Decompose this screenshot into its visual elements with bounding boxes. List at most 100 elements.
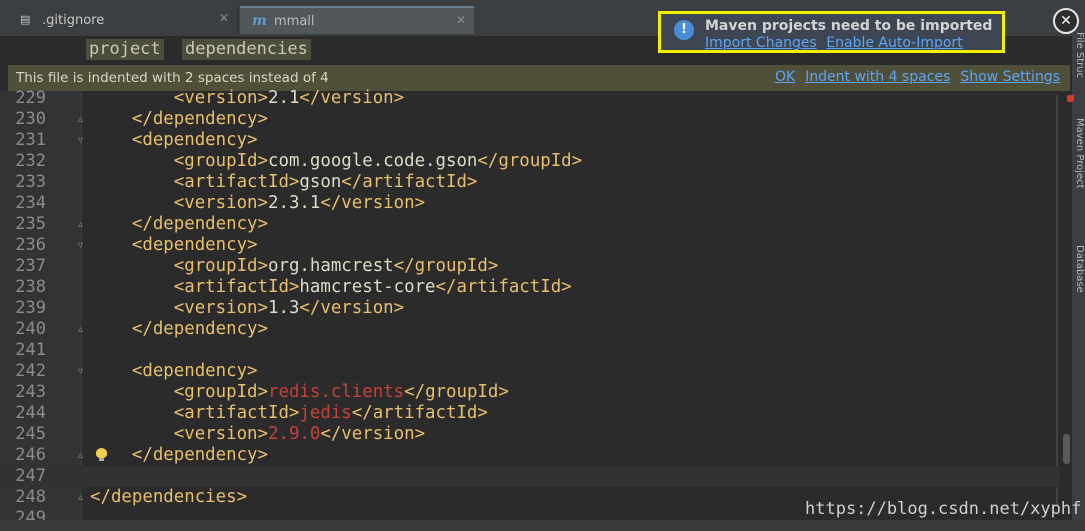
code-text: </dependency> <box>90 214 268 235</box>
line-number: 244 <box>15 403 46 423</box>
code-text: <dependency> <box>90 235 258 256</box>
line-number: 233 <box>15 172 46 192</box>
line-number: 246 <box>15 445 46 465</box>
line-number: 236 <box>15 235 46 255</box>
code-line[interactable]: 239 <version>1.3</version> <box>0 298 1060 319</box>
code-line[interactable]: 236 ▿ <dependency> <box>0 235 1060 256</box>
balloon-title: Maven projects need to be imported <box>705 18 993 34</box>
code-line[interactable]: 233 <artifactId>gson</artifactId> <box>0 172 1060 193</box>
code-line[interactable]: 242 ▿ <dependency> <box>0 361 1060 382</box>
notice-show-settings-link[interactable]: Show Settings <box>960 69 1060 85</box>
fold-marker-icon[interactable]: ▿ <box>78 130 87 151</box>
fold-marker-icon[interactable]: ▵ <box>78 214 87 235</box>
xml-tag: </dependency> <box>90 109 268 129</box>
code-line[interactable]: 234 <version>2.3.1</version> <box>0 193 1060 214</box>
line-number: 241 <box>15 340 46 360</box>
xml-tag: </groupId> <box>393 256 499 276</box>
editor-scrollbar[interactable] <box>1063 434 1070 464</box>
tool-maven-projects[interactable]: Maven Project <box>1073 118 1085 189</box>
xml-tag: </groupId> <box>404 382 509 402</box>
code-line[interactable]: 245 <version>2.9.0</version> <box>0 424 1060 445</box>
xml-value: com.google.code.gson <box>268 151 478 171</box>
code-line[interactable]: 235 ▵ </dependency> <box>0 214 1060 235</box>
text-file-icon: ▤ <box>20 13 31 26</box>
code-line[interactable]: 247 <box>0 466 1060 487</box>
import-changes-link[interactable]: Import Changes <box>705 35 817 51</box>
line-number: 229 <box>15 88 46 108</box>
line-number: 243 <box>15 382 46 402</box>
status-bar <box>0 520 1085 531</box>
xml-tag: <groupId> <box>90 382 268 402</box>
code-line[interactable]: 232 <groupId>com.google.code.gson</group… <box>0 151 1060 172</box>
close-icon[interactable]: ✕ <box>1053 8 1079 34</box>
code-line[interactable]: 246 ▵ </dependency> <box>0 445 1060 466</box>
tab-label: .gitignore <box>42 12 105 28</box>
code-line[interactable]: 238 <artifactId>hamcrest-core</artifactI… <box>0 277 1060 298</box>
xml-tag: <groupId> <box>90 151 268 171</box>
line-number: 239 <box>15 298 46 318</box>
close-tab-icon[interactable]: ✕ <box>456 13 466 27</box>
line-number: 232 <box>15 151 46 171</box>
code-text: <groupId>com.google.code.gson</groupId> <box>90 151 582 172</box>
fold-marker-icon[interactable]: ▵ <box>78 487 87 508</box>
line-number: 230 <box>15 109 46 129</box>
notice-indent-4-link[interactable]: Indent with 4 spaces <box>805 69 950 85</box>
xml-tag: </dependency> <box>90 214 268 234</box>
xml-value: hamcrest-core <box>299 277 436 297</box>
close-tab-icon[interactable]: ✕ <box>219 11 229 25</box>
code-text: </dependencies> <box>90 487 247 508</box>
code-line[interactable]: 240 ▵ </dependency> <box>0 319 1060 340</box>
code-text: <artifactId>jedis</artifactId> <box>90 403 488 424</box>
tool-file-structure[interactable]: File Struc <box>1073 32 1085 78</box>
xml-tag: <version> <box>90 298 268 318</box>
tab-gitignore[interactable]: ▤ .gitignore ✕ <box>8 6 238 34</box>
fold-marker-icon[interactable]: ▵ <box>78 445 87 466</box>
code-line[interactable]: 244 <artifactId>jedis</artifactId> <box>0 403 1060 424</box>
code-text: <version>2.1</version> <box>90 88 404 109</box>
line-number: 238 <box>15 277 46 297</box>
maven-import-balloon: ! Maven projects need to be imported Imp… <box>658 11 1005 53</box>
xml-tag: <groupId> <box>90 256 268 276</box>
code-line[interactable]: 243 <groupId>redis.clients</groupId> <box>0 382 1060 403</box>
code-text: </dependency> <box>90 109 268 130</box>
indent-notice-message: This file is indented with 2 spaces inst… <box>16 70 329 86</box>
tool-database[interactable]: Database <box>1073 245 1085 293</box>
line-number: 240 <box>15 319 46 339</box>
fold-marker-icon[interactable]: ▵ <box>78 319 87 340</box>
code-line[interactable]: 237 <groupId>org.hamcrest</groupId> <box>0 256 1060 277</box>
fold-marker-icon[interactable]: ▿ <box>78 235 87 256</box>
xml-tag: <version> <box>90 424 268 444</box>
xml-tag: <artifactId> <box>90 277 300 297</box>
line-number: 247 <box>15 466 46 486</box>
code-text: <dependency> <box>90 130 258 151</box>
xml-tag: <version> <box>90 193 268 213</box>
line-number: 235 <box>15 214 46 234</box>
code-line[interactable]: 230 ▵ </dependency> <box>0 109 1060 130</box>
enable-auto-import-link[interactable]: Enable Auto-Import <box>826 35 962 51</box>
xml-tag: <dependency> <box>90 235 258 255</box>
xml-value: 2.3.1 <box>268 193 321 213</box>
xml-tag: </dependency> <box>90 319 268 339</box>
tab-label: mmall <box>274 13 315 29</box>
line-number: 231 <box>15 130 46 150</box>
watermark-text: https://blog.csdn.net/xyphf <box>805 499 1082 519</box>
fold-marker-icon[interactable]: ▵ <box>78 109 87 130</box>
code-text: <version>2.9.0</version> <box>90 424 425 445</box>
code-text: </dependency> <box>90 319 268 340</box>
error-marker-icon[interactable] <box>1067 95 1074 102</box>
line-number: 245 <box>15 424 46 444</box>
fold-marker-icon[interactable]: ▿ <box>78 361 87 382</box>
xml-value: org.hamcrest <box>268 256 394 276</box>
tab-mmall[interactable]: m mmall ✕ <box>240 6 474 34</box>
notice-ok-link[interactable]: OK <box>775 69 795 85</box>
code-line[interactable]: 229 <version>2.1</version> <box>0 88 1060 109</box>
code-text: <version>2.3.1</version> <box>90 193 425 214</box>
code-text: <groupId>org.hamcrest</groupId> <box>90 256 499 277</box>
code-line[interactable]: 241 <box>0 340 1060 361</box>
breadcrumb-project[interactable]: project <box>86 39 164 60</box>
xml-tag: </version> <box>299 298 405 318</box>
breadcrumb-dependencies[interactable]: dependencies <box>182 39 311 60</box>
code-text: <groupId>redis.clients</groupId> <box>90 382 509 403</box>
maven-m-icon: m <box>252 13 267 29</box>
code-line[interactable]: 231 ▿ <dependency> <box>0 130 1060 151</box>
